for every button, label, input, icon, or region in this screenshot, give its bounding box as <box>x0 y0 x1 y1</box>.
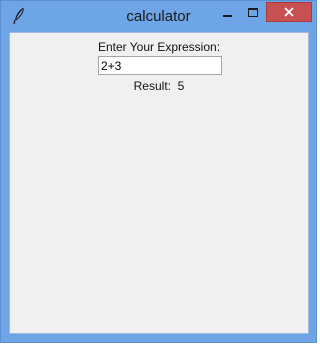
maximize-button[interactable] <box>240 2 266 22</box>
minimize-button[interactable] <box>214 2 240 22</box>
minimize-icon <box>223 15 232 17</box>
result-row: Result: 5 <box>10 79 308 93</box>
expression-prompt-label: Enter Your Expression: <box>97 40 221 54</box>
close-button[interactable] <box>266 2 312 22</box>
result-value: 5 <box>177 79 185 93</box>
expression-input[interactable] <box>98 56 222 75</box>
result-label: Result: <box>133 79 171 93</box>
title-bar[interactable]: calculator <box>1 1 316 31</box>
result-spacer <box>171 79 178 93</box>
maximize-icon <box>248 8 258 17</box>
calculator-window: calculator Enter Your Expression: Result… <box>0 0 317 343</box>
client-area: Enter Your Expression: Result: 5 <box>9 32 309 334</box>
